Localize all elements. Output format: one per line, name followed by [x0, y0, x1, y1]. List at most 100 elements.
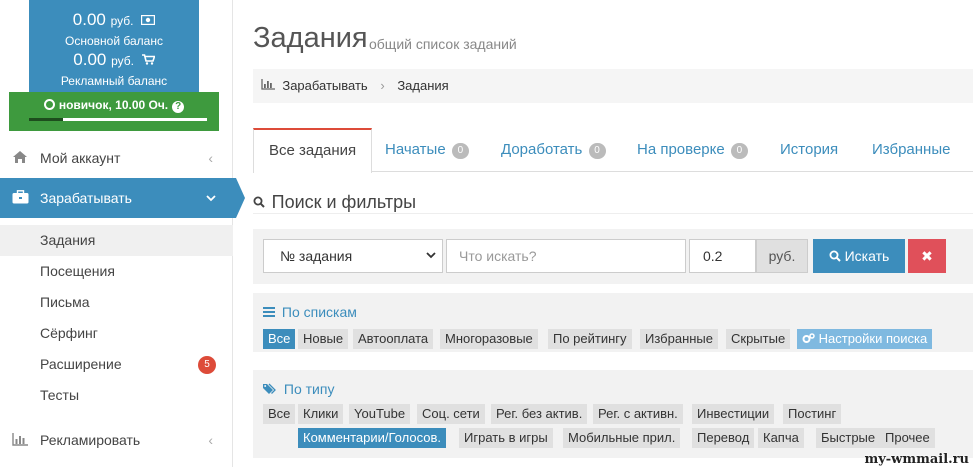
menu-item-account-label: Мой аккаунт [40, 150, 121, 166]
type-filter-heading: По типу [263, 381, 334, 397]
type-chip-investments[interactable]: Инвестиции [692, 404, 775, 424]
submenu-item-letters[interactable]: Письма [0, 287, 233, 318]
tab-rework[interactable]: Доработать 0 [501, 128, 606, 172]
main-balance-currency: руб. [110, 14, 134, 28]
list-chip-autopay[interactable]: Автооплата [353, 329, 434, 349]
chevron-left-icon: ‹ [208, 432, 213, 448]
balance-panel: 0.00 руб. Основной баланс 0.00 руб. Рекл… [29, 0, 199, 92]
submenu-item-label: Задания [40, 232, 96, 248]
help-icon[interactable]: ? [172, 101, 185, 113]
earn-submenu: Задания Посещения Письма Сёрфинг Расшире… [0, 225, 233, 411]
tab-favorites[interactable]: Избранные [872, 128, 950, 172]
breadcrumb-current: Задания [397, 78, 449, 93]
min-price-input[interactable]: 0.2 [689, 239, 756, 273]
menu-item-advertise[interactable]: Рекламировать ‹ [0, 420, 233, 460]
type-chip-clicks[interactable]: Клики [298, 404, 344, 424]
ad-balance-label: Рекламный баланс [60, 74, 168, 88]
tab-label: Доработать [501, 141, 583, 158]
type-chip-reg-no-activity[interactable]: Рег. без актив. [491, 404, 588, 424]
search-icon [253, 196, 269, 211]
close-icon: ✖ [921, 248, 933, 264]
type-filter-title: По типу [283, 381, 335, 397]
main-balance-amount: 0.00 [72, 10, 106, 29]
tab-bar: Все задания Начатые 0 Доработать 0 На пр… [253, 128, 973, 173]
search-settings-chip[interactable]: Настройки поиска [797, 329, 933, 349]
gears-icon [802, 331, 819, 346]
tab-label: На проверке [637, 141, 725, 158]
breadcrumb: Зарабатывать › Задания [253, 69, 973, 103]
submenu-item-surfing[interactable]: Сёрфинг [0, 318, 233, 349]
filters-heading: Поиск и фильтры [253, 192, 973, 214]
menu-item-account[interactable]: Мой аккаунт ‹ [0, 138, 233, 178]
breadcrumb-separator: › [380, 78, 385, 93]
bar-chart-icon [261, 79, 278, 93]
status-progress-bar [29, 118, 207, 121]
main-balance-label: Основной баланс [65, 34, 163, 48]
tab-on-review[interactable]: На проверке 0 [637, 128, 748, 172]
menu-item-earn[interactable]: Зарабатывать [0, 178, 245, 218]
count-badge: 0 [588, 143, 606, 159]
type-chip-captcha[interactable]: Капча [758, 428, 804, 448]
type-chip-play-games[interactable]: Играть в игры [459, 428, 553, 448]
type-chip-fast[interactable]: Быстрые [816, 428, 881, 448]
submenu-item-tests[interactable]: Тесты [0, 380, 233, 411]
chevron-down-icon [426, 240, 436, 272]
submenu-item-label: Письма [40, 294, 90, 310]
search-button[interactable]: Искать [813, 239, 905, 273]
tab-label: Все задания [269, 142, 357, 159]
tab-started[interactable]: Начатые 0 [385, 128, 469, 172]
home-icon [12, 138, 32, 178]
list-chip-all[interactable]: Все [263, 329, 296, 349]
submenu-item-tasks[interactable]: Задания [0, 225, 233, 256]
submenu-item-label: Посещения [40, 263, 115, 279]
type-chip-social[interactable]: Соц. сети [417, 404, 485, 424]
tab-label: Избранные [872, 141, 951, 158]
cart-icon [141, 52, 156, 72]
status-progress-fill [29, 118, 63, 121]
type-chip-posting[interactable]: Постинг [783, 404, 842, 424]
user-status: новичок, 10.00 Оч.? [9, 92, 219, 113]
sidebar: 0.00 руб. Основной баланс 0.00 руб. Рекл… [0, 0, 245, 467]
list-chip-favorites[interactable]: Избранные [640, 329, 718, 349]
ad-balance-amount: 0.00 [73, 50, 107, 69]
type-chip-reg-with-activity[interactable]: Рег. с активн. [593, 404, 683, 424]
search-button-label: Искать [844, 248, 890, 264]
type-chip-translation[interactable]: Перевод [692, 428, 755, 448]
main-content: Задания общий список заданий Зарабатыват… [253, 0, 973, 467]
notification-badge: 5 [198, 356, 216, 374]
breadcrumb-parent[interactable]: Зарабатывать [282, 78, 367, 93]
submenu-item-extension[interactable]: Расширение 5 [0, 349, 233, 380]
site-watermark: my-wmmail.ru [864, 452, 969, 467]
type-chip-youtube[interactable]: YouTube [349, 404, 411, 424]
type-chip-mobile-apps[interactable]: Мобильные прил. [563, 428, 681, 448]
chevron-left-icon: ‹ [208, 150, 213, 166]
submenu-item-visits[interactable]: Посещения [0, 256, 233, 287]
type-chip-other[interactable]: Прочее [880, 428, 935, 448]
search-settings-label: Настройки поиска [818, 331, 928, 346]
tab-history[interactable]: История [780, 128, 838, 172]
circle-icon [43, 99, 55, 110]
list-chip-new[interactable]: Новые [298, 329, 349, 349]
chevron-down-icon [206, 178, 216, 218]
filters-title: Поиск и фильтры [271, 192, 417, 212]
list-icon [263, 304, 279, 320]
list-chip-reusable[interactable]: Многоразовые [440, 329, 538, 349]
bar-chart-icon [12, 420, 32, 460]
search-icon [829, 248, 845, 264]
search-input[interactable]: Что искать? [446, 239, 686, 273]
tab-all-tasks[interactable]: Все задания [253, 128, 373, 173]
submenu-item-label: Тесты [40, 387, 80, 403]
search-field-select[interactable]: № задания [263, 239, 443, 273]
type-chip-comments-votes[interactable]: Комментарии/Голосов. [298, 428, 446, 448]
list-chip-by-rating[interactable]: По рейтингу [548, 329, 632, 349]
briefcase-icon [12, 178, 32, 218]
list-chip-hidden[interactable]: Скрытые [726, 329, 791, 349]
type-chip-all[interactable]: Все [263, 404, 296, 424]
type-filter-panel: По типу Все Клики YouTube Соц. сети Рег.… [253, 370, 973, 458]
ad-balance: 0.00 руб. [29, 50, 199, 72]
submenu-item-label: Расширение [40, 356, 122, 372]
main-balance: 0.00 руб. [29, 0, 199, 32]
submenu-item-label: Сёрфинг [40, 325, 98, 341]
user-status-panel: новичок, 10.00 Оч.? [9, 92, 219, 131]
clear-button[interactable]: ✖ [908, 239, 946, 273]
